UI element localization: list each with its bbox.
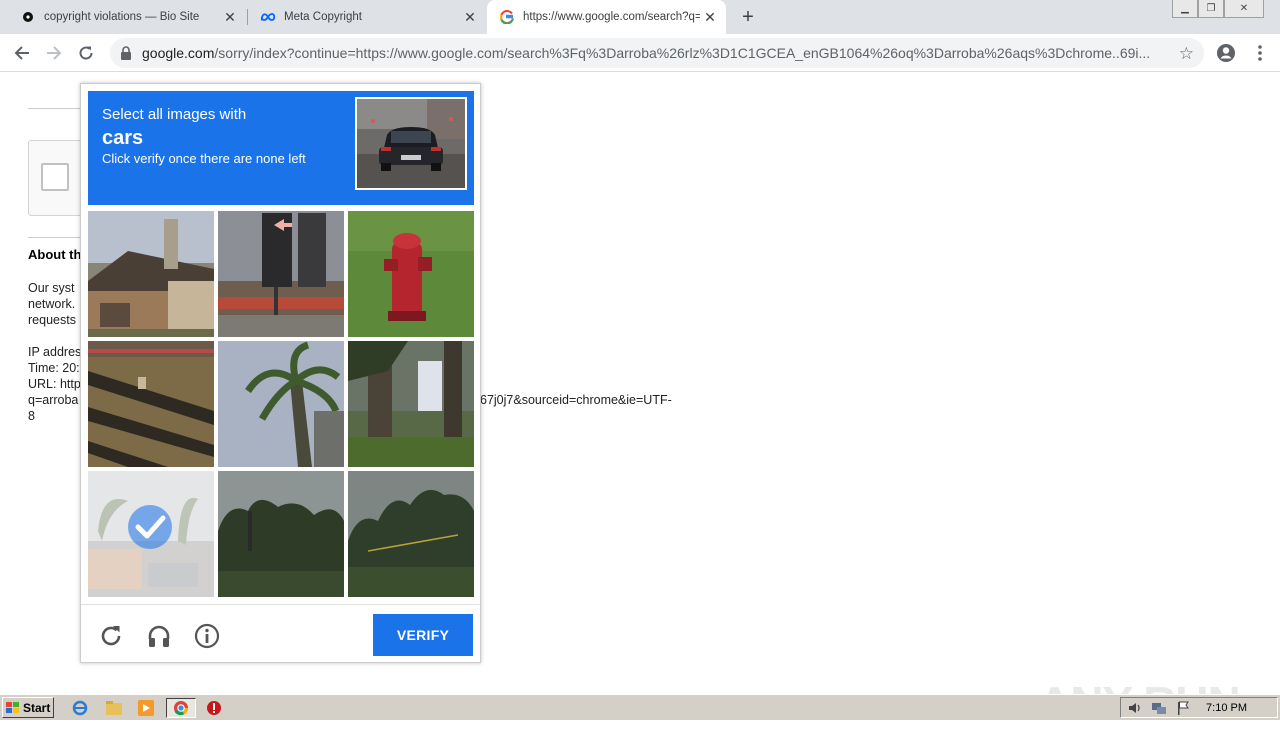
tab-title: https://www.google.com/search?q= <box>523 11 700 23</box>
info-text: requests <box>28 313 76 327</box>
info-text: Time: 20: <box>28 361 80 375</box>
media-player-icon[interactable] <box>136 698 156 718</box>
google-logo-icon <box>499 9 515 25</box>
windows-taskbar: Start 7:10 PM <box>0 694 1280 720</box>
profile-icon[interactable] <box>1214 41 1238 65</box>
image-tile-9[interactable] <box>348 471 474 597</box>
prompt-line: Select all images with <box>102 106 247 123</box>
footer-divider <box>81 604 480 605</box>
url-text[interactable]: google.com/sorry/index?continue=https://… <box>142 45 1162 61</box>
about-heading: About th <box>28 247 82 262</box>
url-path: /sorry/index?continue=https://www.google… <box>214 45 1151 61</box>
browser-toolbar: google.com/sorry/index?continue=https://… <box>0 34 1280 72</box>
close-tab-icon[interactable]: ✕ <box>460 7 480 27</box>
menu-kebab-icon[interactable] <box>1248 41 1272 65</box>
info-text: URL: http <box>28 377 81 391</box>
recaptcha-checkbox-card <box>28 140 88 216</box>
tab-bio-site[interactable]: copyright violations — Bio Site ✕ <box>0 0 246 34</box>
image-tile-5[interactable] <box>218 341 344 467</box>
meta-logo-icon <box>260 9 276 25</box>
recaptcha-challenge: Select all images with cars Click verify… <box>80 83 481 663</box>
windows-logo-icon <box>6 701 20 714</box>
verify-button[interactable]: VERIFY <box>373 614 473 656</box>
image-tile-8[interactable] <box>218 471 344 597</box>
folder-icon[interactable] <box>104 698 124 718</box>
restore-button[interactable]: ❐ <box>1198 0 1224 18</box>
divider <box>28 237 88 238</box>
info-icon[interactable] <box>193 622 221 650</box>
tab-title: copyright violations — Bio Site <box>44 11 200 23</box>
info-text: network. <box>28 297 76 311</box>
image-tile-2[interactable] <box>218 211 344 337</box>
image-tile-1[interactable] <box>88 211 214 337</box>
info-text: Our syst <box>28 281 75 295</box>
tab-google-search[interactable]: https://www.google.com/search?q= ✕ <box>487 0 726 34</box>
close-tab-icon[interactable]: ✕ <box>700 7 720 27</box>
tab-meta-copyright[interactable]: Meta Copyright ✕ <box>240 0 486 34</box>
image-tile-6[interactable] <box>348 341 474 467</box>
url-host: google.com <box>142 45 215 61</box>
system-tray: 7:10 PM <box>1120 697 1278 718</box>
window-controls: ▁ ❐ ✕ <box>1172 0 1264 18</box>
minimize-button[interactable]: ▁ <box>1172 0 1198 18</box>
address-bar[interactable]: google.com/sorry/index?continue=https://… <box>110 38 1204 68</box>
reload-icon[interactable] <box>74 41 98 65</box>
audio-challenge-icon[interactable] <box>145 622 173 650</box>
image-tile-3[interactable] <box>348 211 474 337</box>
prompt-instruction: Click verify once there are none left <box>102 151 306 166</box>
divider <box>28 108 88 109</box>
internet-explorer-icon[interactable] <box>70 698 90 718</box>
info-text: 8 <box>28 409 35 423</box>
recaptcha-checkbox[interactable] <box>41 163 69 191</box>
dark-circle-icon <box>20 9 36 25</box>
reload-challenge-icon[interactable] <box>97 622 125 650</box>
flag-icon[interactable] <box>1175 700 1191 721</box>
prompt-target: cars <box>102 127 144 149</box>
close-window-button[interactable]: ✕ <box>1224 0 1264 18</box>
url-tail-text: 67j0j7&sourceid=chrome&ie=UTF- <box>480 393 672 407</box>
challenge-header: Select all images with cars Click verify… <box>88 91 474 205</box>
network-icon[interactable] <box>1151 700 1167 721</box>
info-text: IP addres <box>28 345 82 359</box>
start-label: Start <box>23 700 51 715</box>
start-button[interactable]: Start <box>2 697 54 718</box>
tab-strip: copyright violations — Bio Site ✕ Meta C… <box>0 0 1280 34</box>
image-tile-7-selected[interactable] <box>88 471 214 597</box>
sample-car-image <box>355 97 467 190</box>
bookmark-star-icon[interactable]: ☆ <box>1179 44 1194 64</box>
stop-sign-icon[interactable] <box>204 698 224 718</box>
taskbar-clock[interactable]: 7:10 PM <box>1206 702 1247 714</box>
lock-icon[interactable] <box>120 46 134 60</box>
new-tab-button[interactable]: + <box>738 6 758 28</box>
chrome-taskbar-icon[interactable] <box>166 698 196 718</box>
forward-arrow-icon[interactable] <box>42 41 66 65</box>
image-tile-4[interactable] <box>88 341 214 467</box>
close-tab-icon[interactable]: ✕ <box>220 7 240 27</box>
info-text: q=arroba <box>28 393 79 407</box>
back-arrow-icon[interactable] <box>10 41 34 65</box>
volume-icon[interactable] <box>1127 700 1143 721</box>
tab-title: Meta Copyright <box>284 11 362 23</box>
